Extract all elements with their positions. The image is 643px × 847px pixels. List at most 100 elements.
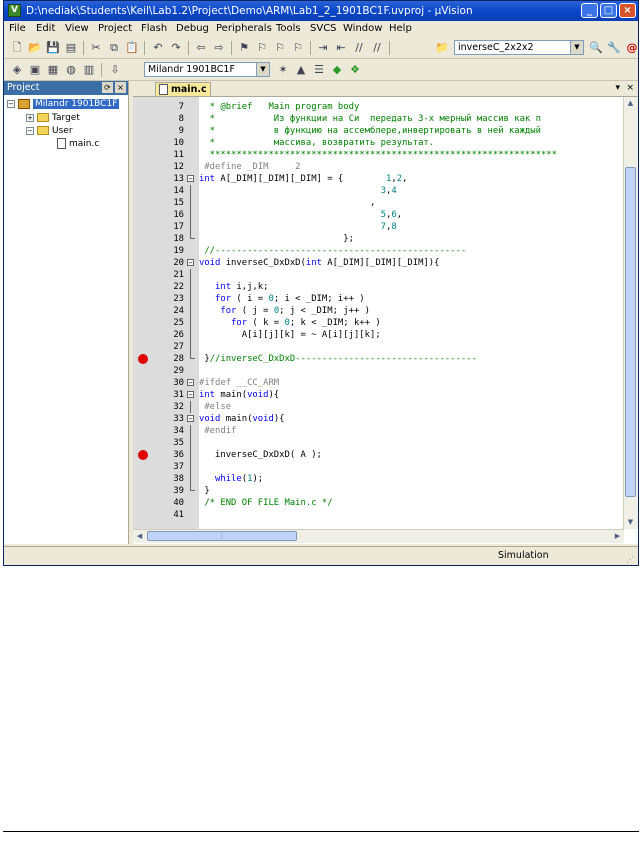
- collapse-icon[interactable]: −: [26, 126, 34, 135]
- code-line[interactable]: 29: [133, 365, 624, 377]
- tree-root[interactable]: − Milandr 1901BC1F: [7, 98, 120, 110]
- fold-toggle-icon[interactable]: −: [187, 391, 194, 399]
- menu-flash[interactable]: Flash: [141, 21, 167, 37]
- tree-group-user[interactable]: − User: [26, 125, 73, 137]
- undo-icon[interactable]: ↶: [151, 41, 165, 55]
- target-options-icon[interactable]: ✶: [276, 63, 290, 77]
- code-line[interactable]: 23 for ( i = 0; i < _DIM; i++ ): [133, 293, 624, 305]
- nav-forward-icon[interactable]: ⇨: [212, 41, 226, 55]
- code-line[interactable]: 40 /* END OF FILE Main.c */: [133, 497, 624, 509]
- chevron-down-icon[interactable]: ▼: [256, 63, 269, 76]
- code-line[interactable]: 16 5,6,: [133, 209, 624, 221]
- find-icon[interactable]: 🔍: [589, 41, 603, 55]
- bookmark-icon[interactable]: ⚑: [237, 41, 251, 55]
- open-folder-icon[interactable]: 📂: [28, 41, 42, 55]
- fold-toggle-icon[interactable]: −: [187, 415, 194, 423]
- bookmark-clear-icon[interactable]: ⚐: [291, 41, 305, 55]
- select-packs-icon[interactable]: ◆: [330, 63, 344, 77]
- code-line[interactable]: 11 *************************************…: [133, 149, 624, 161]
- indent-icon[interactable]: ⇥: [316, 41, 330, 55]
- vertical-scrollbar[interactable]: ▲ ▼: [623, 97, 638, 529]
- horizontal-scrollbar[interactable]: ◀ ⋮ ▶: [133, 529, 624, 543]
- scroll-thumb[interactable]: [625, 167, 636, 497]
- code-line[interactable]: 24 for ( j = 0; j < _DIM; j++ ): [133, 305, 624, 317]
- code-line[interactable]: 27: [133, 341, 624, 353]
- rebuild-icon[interactable]: ▦: [46, 63, 60, 77]
- code-line[interactable]: 7 * @brief Main program body: [133, 101, 624, 113]
- resize-grip-icon[interactable]: ⋰: [626, 551, 634, 565]
- bookmark-prev-icon[interactable]: ⚐: [255, 41, 269, 55]
- code-line[interactable]: 25 for ( k = 0; k < _DIM; k++ ): [133, 317, 624, 329]
- breakpoint-icon[interactable]: [138, 354, 148, 364]
- code-line[interactable]: 30− #ifdef __CC_ARM: [133, 377, 624, 389]
- build-icon[interactable]: ▣: [28, 63, 42, 77]
- new-file-icon[interactable]: 🗋: [10, 41, 24, 55]
- menu-tools[interactable]: Tools: [276, 21, 301, 37]
- code-line[interactable]: 8 * Из функции на Си передать 3-х мерный…: [133, 113, 624, 125]
- code-line[interactable]: 38 while(1);: [133, 473, 624, 485]
- tab-main-c[interactable]: main.c: [155, 82, 211, 96]
- stop-build-icon[interactable]: ▥: [82, 63, 96, 77]
- expand-icon[interactable]: +: [26, 113, 34, 122]
- batch-build-icon[interactable]: ◍: [64, 63, 78, 77]
- download-icon[interactable]: ⇩: [108, 63, 122, 77]
- menu-edit[interactable]: Edit: [36, 21, 55, 37]
- scroll-left-icon[interactable]: ◀: [134, 531, 145, 542]
- chevron-down-icon[interactable]: ▼: [570, 41, 583, 54]
- maximize-button[interactable]: □: [600, 3, 617, 18]
- code-line[interactable]: 41: [133, 509, 624, 521]
- uncomment-icon[interactable]: //: [370, 41, 384, 55]
- find-in-files-icon[interactable]: 📁: [435, 41, 449, 55]
- code-line[interactable]: 15 ,: [133, 197, 624, 209]
- code-line[interactable]: 32 #else: [133, 401, 624, 413]
- run-time-environment-icon[interactable]: ❖: [348, 63, 362, 77]
- code-line[interactable]: 31− int main(void){: [133, 389, 624, 401]
- code-line[interactable]: 37: [133, 461, 624, 473]
- manage-components-icon[interactable]: ☰: [312, 63, 326, 77]
- bookmark-next-icon[interactable]: ⚐: [273, 41, 287, 55]
- code-line[interactable]: 39 }: [133, 485, 624, 497]
- tab-list-icon[interactable]: ▾: [615, 82, 620, 95]
- menu-file[interactable]: File: [9, 21, 26, 37]
- tree-group-target[interactable]: + Target: [26, 112, 80, 124]
- code-line[interactable]: 36 inverseC_DxDxD( A );: [133, 449, 624, 461]
- comment-icon[interactable]: //: [352, 41, 366, 55]
- pin-icon[interactable]: ⟳: [102, 82, 113, 93]
- unindent-icon[interactable]: ⇤: [334, 41, 348, 55]
- menu-view[interactable]: View: [65, 21, 89, 37]
- fold-toggle-icon[interactable]: −: [187, 379, 194, 387]
- save-icon[interactable]: 💾: [46, 41, 60, 55]
- breakpoint-icon[interactable]: [138, 450, 148, 460]
- cut-icon[interactable]: ✂: [89, 41, 103, 55]
- file-extensions-icon[interactable]: ▲: [294, 63, 308, 77]
- code-line[interactable]: 12 #define _DIM 2: [133, 161, 624, 173]
- fold-toggle-icon[interactable]: −: [187, 175, 194, 183]
- function-combo[interactable]: inverseC_2x2x2 ▼: [454, 40, 584, 55]
- menu-window[interactable]: Window: [343, 21, 382, 37]
- code-line[interactable]: 21: [133, 269, 624, 281]
- code-line[interactable]: 10 * массива, возвратить результат.: [133, 137, 624, 149]
- code-line[interactable]: 35: [133, 437, 624, 449]
- title-bar[interactable]: V D:\nediak\Students\Keil\Lab1.2\Project…: [4, 1, 638, 21]
- copy-icon[interactable]: ⧉: [107, 41, 121, 55]
- code-line[interactable]: 34 #endif: [133, 425, 624, 437]
- close-button[interactable]: ×: [619, 3, 636, 18]
- code-line[interactable]: 19 //-----------------------------------…: [133, 245, 624, 257]
- code-line[interactable]: 18 };: [133, 233, 624, 245]
- menu-help[interactable]: Help: [389, 21, 412, 37]
- code-line[interactable]: 20− void inverseC_DxDxD(int A[_DIM][_DIM]…: [133, 257, 624, 269]
- close-icon[interactable]: ×: [626, 82, 634, 95]
- redo-icon[interactable]: ↷: [169, 41, 183, 55]
- close-icon[interactable]: ×: [115, 82, 126, 93]
- scroll-down-icon[interactable]: ▼: [625, 517, 636, 528]
- code-line[interactable]: 26 A[i][j][k] = ~ A[i][j][k];: [133, 329, 624, 341]
- menu-svcs[interactable]: SVCS: [310, 21, 337, 37]
- code-line[interactable]: 14 3,4: [133, 185, 624, 197]
- scroll-thumb[interactable]: ⋮: [147, 531, 297, 541]
- menu-project[interactable]: Project: [98, 21, 132, 37]
- fold-toggle-icon[interactable]: −: [187, 259, 194, 267]
- debug-start-icon[interactable]: @: [625, 41, 638, 55]
- collapse-icon[interactable]: −: [7, 99, 15, 108]
- paste-icon[interactable]: 📋: [125, 41, 139, 55]
- code-area[interactable]: 7 * @brief Main program body 8 * Из функц…: [133, 97, 624, 529]
